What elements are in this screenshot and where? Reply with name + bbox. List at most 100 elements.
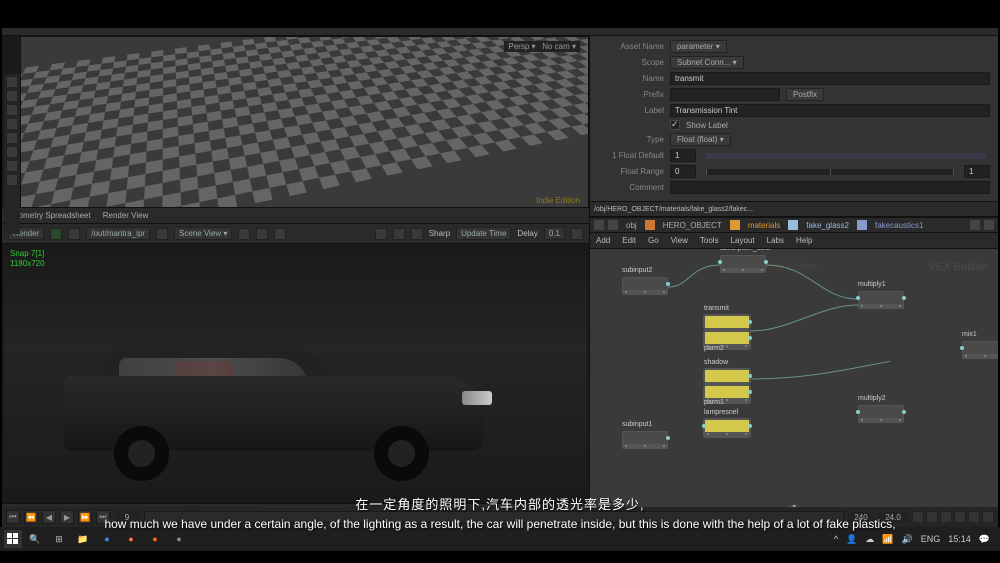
- rop-icon[interactable]: [156, 228, 168, 240]
- path-hero[interactable]: HERO_OBJECT: [659, 220, 726, 231]
- fwd-icon[interactable]: [608, 220, 618, 230]
- node-transmit[interactable]: transmit: [704, 315, 750, 329]
- node-parm2[interactable]: parm2: [704, 331, 750, 349]
- watermark-edition: Indie Edition: [760, 261, 821, 273]
- scope-dropdown[interactable]: Subnet Conn... ▾: [670, 56, 744, 69]
- menu-labs[interactable]: Labs: [767, 236, 784, 245]
- edition-watermark: Indie Edition: [536, 196, 580, 205]
- menu-tools[interactable]: Tools: [700, 236, 719, 245]
- help-icon[interactable]: [984, 220, 994, 230]
- render-view[interactable]: Snap 7[1] 1180x720: [4, 246, 587, 503]
- render-toolbar: Render /out/mantra_ipr Scene View ▾ Shar…: [2, 224, 589, 244]
- rendered-car: [44, 346, 504, 496]
- float-range-min[interactable]: [670, 165, 696, 178]
- tray-volume-icon[interactable]: 🔊: [902, 534, 913, 545]
- tab-render-view[interactable]: Render View: [103, 211, 149, 220]
- comment-input[interactable]: [670, 181, 990, 194]
- menu-layout[interactable]: Layout: [731, 236, 755, 245]
- save-icon[interactable]: [256, 228, 268, 240]
- postfix-button[interactable]: Postfix: [786, 88, 824, 101]
- node-mix1[interactable]: mix1: [962, 341, 998, 359]
- denoise-icon[interactable]: [411, 228, 423, 240]
- stop-icon[interactable]: [68, 228, 80, 240]
- subtitle-english: how much we have under a certain angle, …: [0, 517, 1000, 531]
- path-obj[interactable]: obj: [622, 220, 641, 231]
- start-button[interactable]: [4, 530, 22, 548]
- float-range-max[interactable]: [964, 165, 990, 178]
- path-materials[interactable]: materials: [744, 220, 784, 231]
- menu-go[interactable]: Go: [648, 236, 659, 245]
- tray-notifications-icon[interactable]: 💬: [979, 534, 990, 545]
- network-menu-bar[interactable]: Add Edit Go View Tools Layout Labs Help: [590, 233, 998, 249]
- float-range-slider[interactable]: [706, 169, 954, 175]
- pane-tabs[interactable]: Geometry Spreadsheet Render View: [2, 208, 589, 224]
- network-path-breadcrumb[interactable]: obj HERO_OBJECT materials fake_glass2 fa…: [590, 217, 998, 233]
- region-icon[interactable]: [393, 228, 405, 240]
- camera-dropdown[interactable]: Persp ▾ No cam ▾: [504, 41, 580, 52]
- taskview-icon[interactable]: ⊞: [48, 529, 70, 549]
- show-label-checkbox[interactable]: [670, 120, 680, 130]
- node-multiply2[interactable]: multiply2: [858, 405, 904, 423]
- geo-icon: [645, 220, 655, 230]
- delay-value[interactable]: 0.1: [544, 227, 565, 240]
- tray-cloud-icon[interactable]: ☁: [865, 534, 874, 545]
- node-absorption-color[interactable]: absorption_color: [720, 255, 766, 273]
- matnet-icon: [730, 220, 740, 230]
- menu-help[interactable]: Help: [796, 236, 812, 245]
- back-icon[interactable]: [594, 220, 604, 230]
- tray-people-icon[interactable]: 👤: [846, 534, 857, 545]
- asset-name-label: Asset Name: [598, 42, 664, 51]
- snapshot-icon[interactable]: [238, 228, 250, 240]
- node-parm1[interactable]: parm1: [704, 385, 750, 403]
- play-icon[interactable]: [50, 228, 62, 240]
- settings-icon[interactable]: [571, 228, 583, 240]
- sceneview-dropdown[interactable]: Scene View ▾: [174, 227, 232, 240]
- node-subinput1[interactable]: subinput1: [622, 431, 668, 449]
- chrome-icon[interactable]: ●: [96, 529, 118, 549]
- network-path-bar: /obj/HERO_OBJECT/materials/fake_glass2/f…: [590, 201, 998, 217]
- houdini-icon[interactable]: ●: [144, 529, 166, 549]
- menu-add[interactable]: Add: [596, 236, 610, 245]
- windows-icon: [7, 533, 19, 545]
- path-fakecaustics[interactable]: fakecaustics1: [871, 220, 927, 231]
- float-default-slider[interactable]: [706, 153, 986, 159]
- watermark-builder: VEX Builder: [929, 261, 988, 273]
- vop-icon: [857, 220, 867, 230]
- path-fakeglass[interactable]: fake_glass2: [802, 220, 853, 231]
- tray-chevron-icon[interactable]: ^: [834, 534, 838, 544]
- sharp-label: Sharp: [429, 229, 450, 238]
- delay-label: Delay: [517, 229, 537, 238]
- float-default-input[interactable]: [670, 149, 696, 162]
- app-icon[interactable]: ●: [168, 529, 190, 549]
- firefox-icon[interactable]: ●: [120, 529, 142, 549]
- menu-edit[interactable]: Edit: [622, 236, 636, 245]
- prefix-input[interactable]: [670, 88, 780, 101]
- tab-geometry-spreadsheet[interactable]: Geometry Spreadsheet: [8, 211, 91, 220]
- system-tray[interactable]: ^ 👤 ☁ 📶 🔊 ENG 15:14 💬: [834, 534, 996, 545]
- node-shadow[interactable]: shadow: [704, 369, 750, 383]
- explorer-icon[interactable]: 📁: [72, 529, 94, 549]
- node-lampresnel[interactable]: lampresnel: [704, 419, 750, 437]
- aov-icon[interactable]: [274, 228, 286, 240]
- type-dropdown[interactable]: Float (float) ▾: [670, 133, 731, 146]
- name-input[interactable]: [670, 72, 990, 85]
- show-label-text: Show Label: [686, 121, 728, 130]
- rop-path[interactable]: /out/mantra_ipr: [86, 227, 150, 240]
- parameter-dropdown[interactable]: parameter ▾: [670, 40, 727, 53]
- viewport-tool-strip[interactable]: [4, 74, 20, 234]
- tray-wifi-icon[interactable]: 📶: [882, 534, 893, 545]
- menu-view[interactable]: View: [671, 236, 688, 245]
- node-subinput2[interactable]: subinput2: [622, 277, 668, 295]
- search-icon[interactable]: 🔍: [24, 529, 46, 549]
- label-input[interactable]: [670, 104, 990, 117]
- update-time-button[interactable]: Update Time: [456, 227, 511, 240]
- ipr-icon[interactable]: [375, 228, 387, 240]
- node-multiply1[interactable]: multiply1: [858, 291, 904, 309]
- subtitle-chinese: 在一定角度的照明下,汽车内部的透光率是多少,: [0, 494, 1000, 513]
- pin-icon[interactable]: [970, 220, 980, 230]
- tray-time[interactable]: 15:14: [948, 534, 971, 544]
- tray-lang[interactable]: ENG: [921, 534, 941, 544]
- parameter-panel: Asset Name parameter ▾ Scope Subnet Conn…: [590, 36, 998, 201]
- mat-icon: [788, 220, 798, 230]
- scene-viewport[interactable]: Persp ▾ No cam ▾ Indie Edition: [20, 36, 589, 208]
